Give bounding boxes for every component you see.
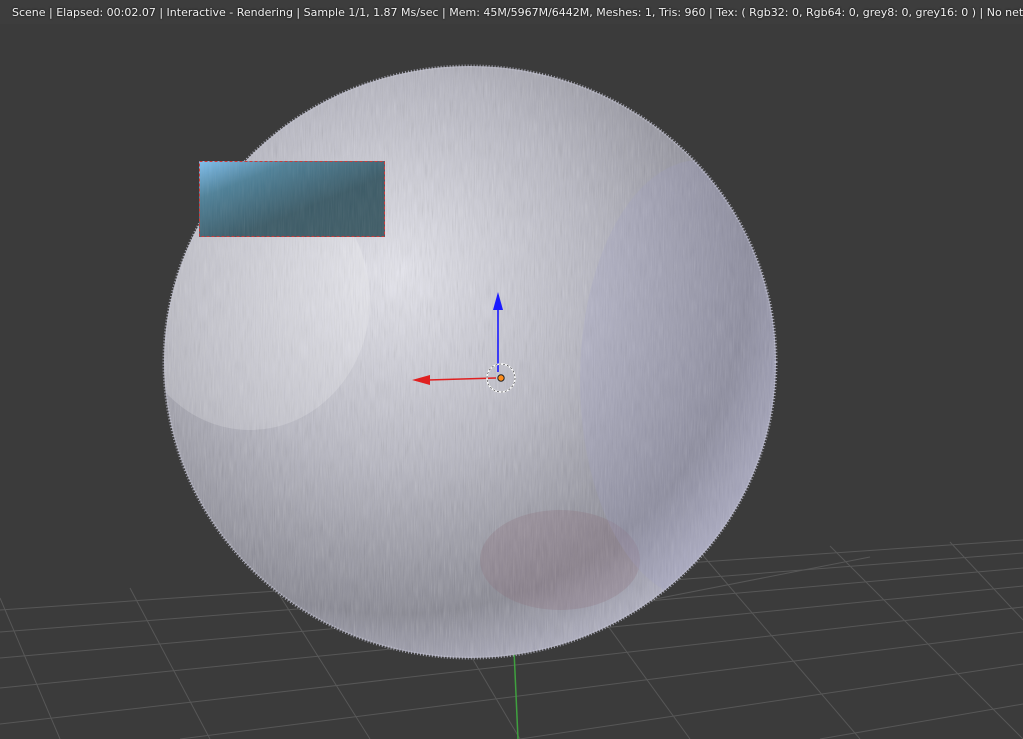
y-axis-line bbox=[513, 649, 519, 739]
render-stats-text: Scene | Elapsed: 00:02.07 | Interactive … bbox=[12, 6, 1023, 19]
3d-viewport[interactable]: Scene | Elapsed: 00:02.07 | Interactive … bbox=[0, 0, 1023, 739]
origin-dot-icon bbox=[497, 374, 505, 382]
border-render-region[interactable] bbox=[199, 161, 385, 237]
scene-canvas[interactable] bbox=[0, 0, 1023, 739]
fur-sphere[interactable] bbox=[130, 60, 820, 670]
